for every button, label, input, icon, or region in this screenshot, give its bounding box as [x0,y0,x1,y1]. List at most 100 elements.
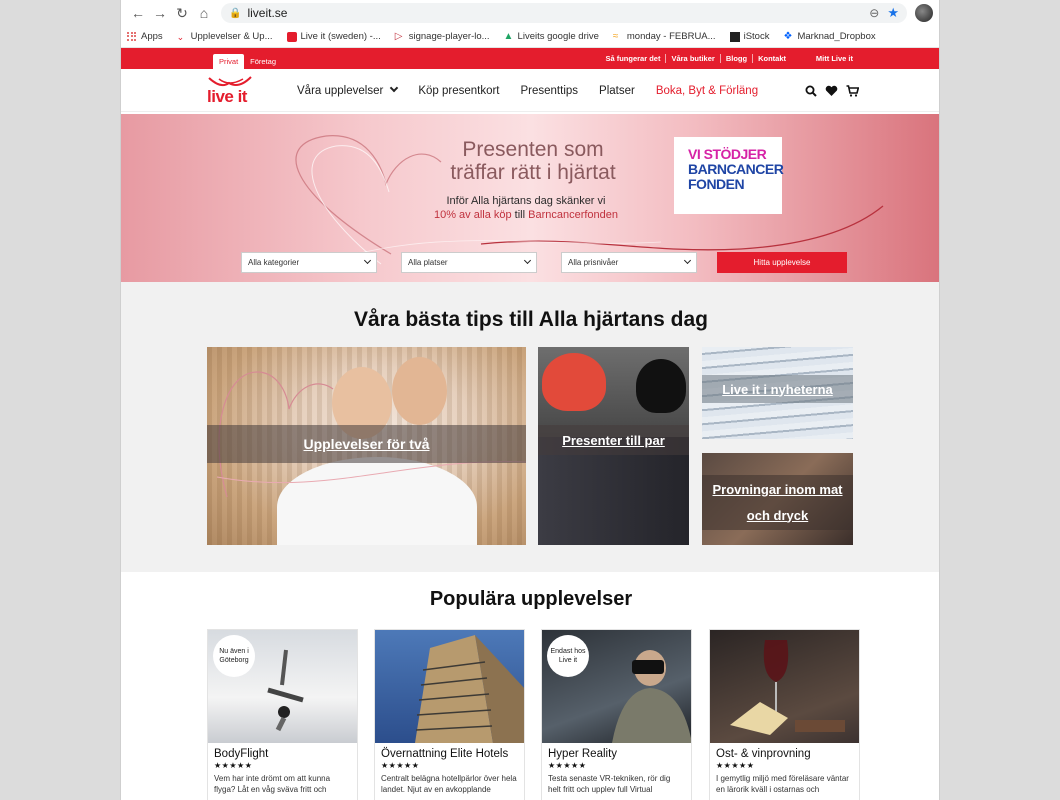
back-icon[interactable]: ← [127,2,149,24]
mail-icon [286,31,297,42]
card-tag: Nu även i Göteborg [213,635,255,677]
card-title: Hyper Reality [548,748,618,760]
hero-sub-line1: Inför Alla hjärtans dag skänker vi [446,195,606,207]
heart-icon[interactable] [825,85,838,97]
bookmark-label: signage-player-lo... [408,31,490,42]
card-image [375,630,524,743]
category-select[interactable]: Alla kategorier [241,252,377,273]
bookmark-drive[interactable]: ▲ Liveits google drive [504,31,599,42]
card-title: BodyFlight [214,748,269,760]
bookmark-upplevelser[interactable]: ⌄ Upplevelser & Up... [177,31,273,42]
link-vara-butiker[interactable]: Våra butiker [665,54,719,63]
search-icon[interactable] [805,85,817,97]
bookmarks-bar: Apps ⌄ Upplevelser & Up... Live it (swede… [121,26,939,48]
monday-icon: ≈ [612,30,619,42]
category-select-value: Alla kategorier [248,258,300,267]
bookmark-star-icon[interactable]: ★ [887,5,899,21]
hero-title: Presenten som träffar rätt i hjärtat [423,138,643,184]
location-select[interactable]: Alla platser [401,252,537,273]
tile-label: Live it i nyheterna [702,375,853,403]
price-select[interactable]: Alla prisnivåer [561,252,697,273]
lock-icon: 🔒 [229,7,242,19]
chevron-down-icon [523,256,532,265]
tile-live-it-i-nyheterna[interactable]: Live it i nyheterna [702,347,853,439]
nav-kop-presentkort[interactable]: Köp presentkort [418,85,499,97]
card-image [710,630,859,743]
zoom-icon[interactable]: ⊖ [869,6,879,20]
nav-menu: Våra upplevelser Köp presentkort Present… [297,69,758,112]
nav-vara-upplevelser[interactable]: Våra upplevelser [297,83,399,97]
nav-presenttips[interactable]: Presenttips [521,85,579,97]
apps-grid-icon [127,31,137,42]
card-rating: ★★★★★ [548,761,587,770]
tile-provningar[interactable]: Provningar inom mat och dryck [702,453,853,545]
find-experience-button[interactable]: Hitta upplevelse [717,252,847,273]
profile-avatar[interactable] [915,4,933,22]
tile-label: Provningar inom mat och dryck [702,475,853,530]
dropbox-icon: ❖ [783,30,793,42]
card-rating: ★★★★★ [716,761,755,770]
tile-label: Upplevelser för två [207,425,526,463]
card-description: I gemytlig miljö med föreläsare väntar e… [716,774,849,794]
card-image: Nu även i Göteborg [208,630,357,743]
bookmark-label: Upplevelser & Up... [190,31,273,42]
barncancerfonden-badge[interactable]: VI STÖDJER BARNCANCER FONDEN [674,137,784,214]
nav-platser[interactable]: Platser [599,85,635,97]
popular-heading: Populära upplevelser [429,588,633,610]
address-bar[interactable]: 🔒 liveit.se ⊖ ★ [221,3,907,23]
link-blogg[interactable]: Blogg [719,54,752,63]
bookmark-apps[interactable]: Apps [127,31,163,42]
card-rating: ★★★★★ [381,761,420,770]
tips-heading: Våra bästa tips till Alla hjärtans dag [354,308,708,331]
bookmark-label: Live it (sweden) -... [300,31,381,42]
bookmark-liveit-sweden[interactable]: Live it (sweden) -... [286,31,381,42]
experience-card-elite-hotels[interactable]: Övernattning Elite Hotels ★★★★★ Centralt… [374,629,525,800]
main-nav: live it Våra upplevelser Köp presentkort… [121,69,939,112]
logo-text: live it [207,87,247,106]
play-icon: ▷ [394,30,403,42]
site-topbar: Privat Företag Så fungerar det Våra buti… [121,48,939,69]
bookmark-signage[interactable]: ▷ signage-player-lo... [395,31,490,42]
link-sa-fungerar-det[interactable]: Så fungerar det [600,54,665,63]
nav-boka-byt-forlang[interactable]: Boka, Byt & Förläng [656,85,758,97]
home-icon[interactable]: ⌂ [193,2,215,24]
card-image: Endast hos Live it [542,630,691,743]
bookmark-dropbox[interactable]: ❖ Marknad_Dropbox [783,31,875,42]
istock-icon [729,31,740,42]
url-text: liveit.se [247,6,288,20]
hero-sub-connector: till [511,209,529,221]
card-title: Övernattning Elite Hotels [381,748,509,760]
liveit-logo[interactable]: live it [205,75,255,107]
card-description: Vem har inte drömt om att kunna flyga? L… [214,774,331,794]
nav-label: Våra upplevelser [297,84,384,97]
tile-upplevelser-for-tva[interactable]: Upplevelser för två [207,347,526,545]
bookmark-monday[interactable]: ≈ monday - FEBRUA... [613,31,716,42]
tile-image-helmet [542,353,606,411]
badge-line3: FONDEN [688,176,745,192]
experience-card-ost-vinprovning[interactable]: Ost- & vinprovning ★★★★★ I gemytlig milj… [709,629,860,800]
cart-icon[interactable] [846,84,859,97]
tile-presenter-till-par[interactable]: Presenter till par [538,347,689,545]
bookmark-label: Apps [141,31,163,42]
browser-window: ← → ↻ ⌂ 🔒 liveit.se ⊖ ★ Apps ⌄ Upplevelse… [120,0,940,800]
card-tag: Endast hos Live it [547,635,589,677]
reload-icon[interactable]: ↻ [171,2,193,24]
segment-foretag[interactable]: Företag [244,54,282,69]
experience-card-bodyflight[interactable]: Nu även i Göteborg BodyFlight ★★★★★ Vem … [207,629,358,800]
nav-icons [805,69,859,112]
liveit-favicon-icon: ⌄ [176,31,185,42]
link-mitt-live-it[interactable]: Mitt Live it [816,48,853,69]
chevron-down-icon [363,256,372,265]
link-kontakt[interactable]: Kontakt [752,54,791,63]
chevron-down-icon [390,83,399,92]
bookmark-label: monday - FEBRUA... [626,31,716,42]
top-links: Så fungerar det Våra butiker Blogg Konta… [600,48,791,69]
tips-section: Våra bästa tips till Alla hjärtans dag U… [121,282,939,572]
chevron-down-icon [683,256,692,265]
experience-card-hyper-reality[interactable]: Endast hos Live it Hyper Reality ★★★★★ T… [541,629,692,800]
segment-privat[interactable]: Privat [213,54,245,69]
forward-icon[interactable]: → [149,2,171,24]
bookmark-istock[interactable]: iStock [729,31,769,42]
tile-image-helmet [636,359,686,413]
hotel-building [415,635,524,743]
